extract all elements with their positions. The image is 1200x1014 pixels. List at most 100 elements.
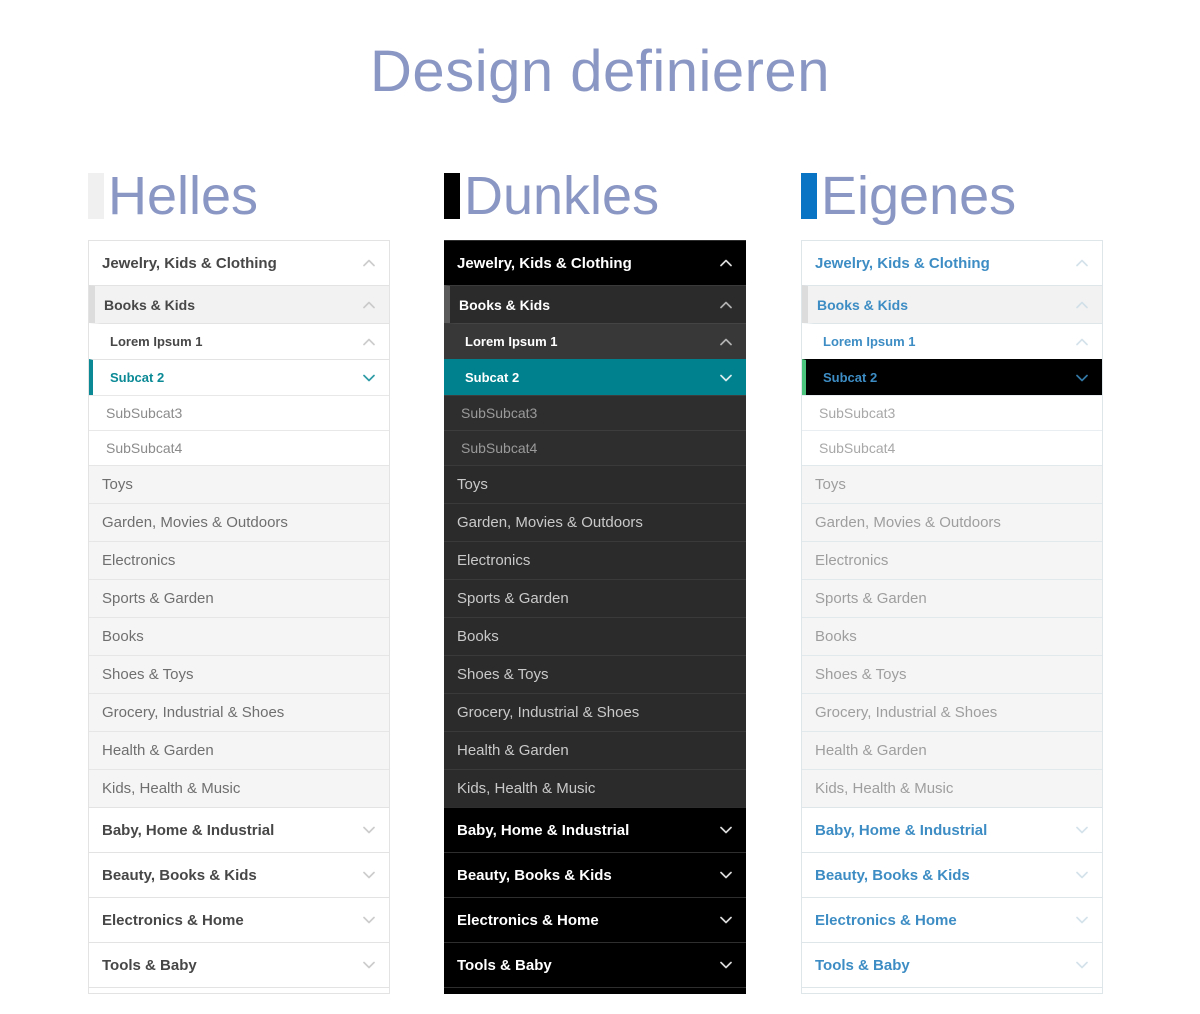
- accordion-row[interactable]: Baby, Home & Industrial: [444, 807, 746, 852]
- accordion-row[interactable]: Garden, Movies & Outdoors: [444, 503, 746, 541]
- chevron-up-icon[interactable]: [1074, 255, 1090, 271]
- accordion-row[interactable]: Sports & Garden: [802, 579, 1102, 617]
- accordion-row[interactable]: Toys: [89, 465, 389, 503]
- accordion-row[interactable]: Jewelry, Kids & Clothing: [802, 240, 1102, 285]
- chevron-up-icon[interactable]: [718, 334, 734, 350]
- accordion-row[interactable]: Books: [802, 617, 1102, 655]
- accordion-row[interactable]: Tools & Baby: [444, 942, 746, 987]
- accordion-row[interactable]: Jewelry, Kids & Clothing: [444, 240, 746, 285]
- chevron-down-icon[interactable]: [718, 867, 734, 883]
- accordion-row[interactable]: SubSubcat3: [89, 395, 389, 430]
- chevron-down-icon[interactable]: [1074, 867, 1090, 883]
- accordion-row-label: Books: [815, 628, 857, 645]
- accordion-row[interactable]: Music, Kids & Sports: [89, 987, 389, 993]
- accordion-row-selected[interactable]: Subcat 2: [802, 359, 1102, 395]
- chevron-down-icon[interactable]: [1074, 822, 1090, 838]
- accordion-row-label: SubSubcat4: [106, 440, 183, 456]
- accordion-row[interactable]: Books: [89, 617, 389, 655]
- accordion-row-label: Grocery, Industrial & Shoes: [102, 704, 285, 721]
- accordion-row[interactable]: SubSubcat3: [802, 395, 1102, 430]
- accordion-row[interactable]: Shoes & Toys: [802, 655, 1102, 693]
- accordion-row[interactable]: Lorem Ipsum 1: [444, 323, 746, 359]
- accordion-row[interactable]: Books & Kids: [444, 285, 746, 323]
- accordion-row[interactable]: Garden, Movies & Outdoors: [802, 503, 1102, 541]
- chevron-down-icon[interactable]: [361, 822, 377, 838]
- accordion-row[interactable]: Jewelry, Kids & Clothing: [89, 240, 389, 285]
- chevron-down-icon[interactable]: [718, 822, 734, 838]
- accordion-row[interactable]: Shoes & Toys: [444, 655, 746, 693]
- chevron-up-icon[interactable]: [1074, 334, 1090, 350]
- accordion-row[interactable]: Baby, Home & Industrial: [802, 807, 1102, 852]
- accordion-row[interactable]: Sports & Garden: [89, 579, 389, 617]
- chevron-up-icon[interactable]: [361, 255, 377, 271]
- accordion-row[interactable]: Electronics & Home: [444, 897, 746, 942]
- accordion-row[interactable]: Garden, Movies & Outdoors: [89, 503, 389, 541]
- accordion-row[interactable]: Grocery, Industrial & Shoes: [89, 693, 389, 731]
- accordion-row[interactable]: SubSubcat3: [444, 395, 746, 430]
- chevron-down-icon[interactable]: [718, 912, 734, 928]
- accordion-row[interactable]: Electronics: [89, 541, 389, 579]
- accordion-row[interactable]: Toys: [444, 465, 746, 503]
- accordion-row-label: Electronics & Home: [102, 911, 244, 929]
- accordion-row[interactable]: Electronics & Home: [89, 897, 389, 942]
- accordion-row[interactable]: Books & Kids: [89, 285, 389, 323]
- accordion-row[interactable]: Electronics: [444, 541, 746, 579]
- chevron-down-icon[interactable]: [1074, 370, 1090, 386]
- accordion-row[interactable]: SubSubcat4: [89, 430, 389, 465]
- accordion-row[interactable]: Beauty, Books & Kids: [89, 852, 389, 897]
- chevron-down-icon[interactable]: [361, 370, 377, 386]
- accordion-row[interactable]: Kids, Health & Music: [802, 769, 1102, 807]
- accordion-row[interactable]: Beauty, Books & Kids: [802, 852, 1102, 897]
- accordion-row-label: Toys: [457, 476, 488, 493]
- accordion-row[interactable]: Music, Kids & Sports: [802, 987, 1102, 993]
- accordion-row[interactable]: Books: [444, 617, 746, 655]
- accordion-row[interactable]: Tools & Baby: [802, 942, 1102, 987]
- accordion-row-label: Garden, Movies & Outdoors: [815, 514, 1001, 531]
- accordion-row[interactable]: Health & Garden: [89, 731, 389, 769]
- accordion-row[interactable]: Baby, Home & Industrial: [89, 807, 389, 852]
- accordion-row[interactable]: Books & Kids: [802, 285, 1102, 323]
- accordion-row-selected[interactable]: Subcat 2: [89, 359, 389, 395]
- accordion-row-label: Grocery, Industrial & Shoes: [815, 704, 998, 721]
- accordion-row[interactable]: Health & Garden: [802, 731, 1102, 769]
- accordion-row[interactable]: Lorem Ipsum 1: [89, 323, 389, 359]
- theme-column-dark: Dunkles Jewelry, Kids & Clothing Books & K…: [444, 152, 746, 994]
- accordion-row-label: Grocery, Industrial & Shoes: [457, 704, 640, 721]
- chevron-down-icon[interactable]: [1074, 912, 1090, 928]
- chevron-down-icon[interactable]: [718, 957, 734, 973]
- accordion-row-label: Kids, Health & Music: [457, 780, 596, 797]
- chevron-up-icon[interactable]: [361, 334, 377, 350]
- accordion-row[interactable]: Grocery, Industrial & Shoes: [444, 693, 746, 731]
- chevron-down-icon[interactable]: [361, 867, 377, 883]
- accordion-row-label: Jewelry, Kids & Clothing: [102, 254, 277, 272]
- chevron-down-icon[interactable]: [1074, 957, 1090, 973]
- accordion-row[interactable]: Beauty, Books & Kids: [444, 852, 746, 897]
- accordion-row-label: Books: [102, 628, 144, 645]
- accordion-row[interactable]: Grocery, Industrial & Shoes: [802, 693, 1102, 731]
- accordion-row-label: Tools & Baby: [815, 956, 910, 974]
- chevron-down-icon[interactable]: [361, 957, 377, 973]
- chevron-down-icon[interactable]: [718, 370, 734, 386]
- chevron-up-icon[interactable]: [718, 255, 734, 271]
- accordion-row[interactable]: Lorem Ipsum 1: [802, 323, 1102, 359]
- accordion-row[interactable]: SubSubcat4: [802, 430, 1102, 465]
- accordion-row[interactable]: Electronics & Home: [802, 897, 1102, 942]
- accordion-row[interactable]: Sports & Garden: [444, 579, 746, 617]
- chevron-up-icon[interactable]: [718, 297, 734, 313]
- accordion-row-label: Shoes & Toys: [815, 666, 907, 683]
- chevron-down-icon[interactable]: [361, 912, 377, 928]
- chevron-up-icon[interactable]: [361, 297, 377, 313]
- accordion-row[interactable]: Tools & Baby: [89, 942, 389, 987]
- accordion-row[interactable]: Health & Garden: [444, 731, 746, 769]
- accordion-row-label: Lorem Ipsum 1: [110, 334, 203, 349]
- accordion-row[interactable]: SubSubcat4: [444, 430, 746, 465]
- chevron-up-icon[interactable]: [1074, 297, 1090, 313]
- accordion-row[interactable]: Music, Kids & Sports: [444, 987, 746, 994]
- accordion-row-selected[interactable]: Subcat 2: [444, 359, 746, 395]
- accordion-row[interactable]: Shoes & Toys: [89, 655, 389, 693]
- accordion-row[interactable]: Toys: [802, 465, 1102, 503]
- accordion-row[interactable]: Kids, Health & Music: [444, 769, 746, 807]
- accordion-row-label: Garden, Movies & Outdoors: [102, 514, 288, 531]
- accordion-row[interactable]: Kids, Health & Music: [89, 769, 389, 807]
- accordion-row[interactable]: Electronics: [802, 541, 1102, 579]
